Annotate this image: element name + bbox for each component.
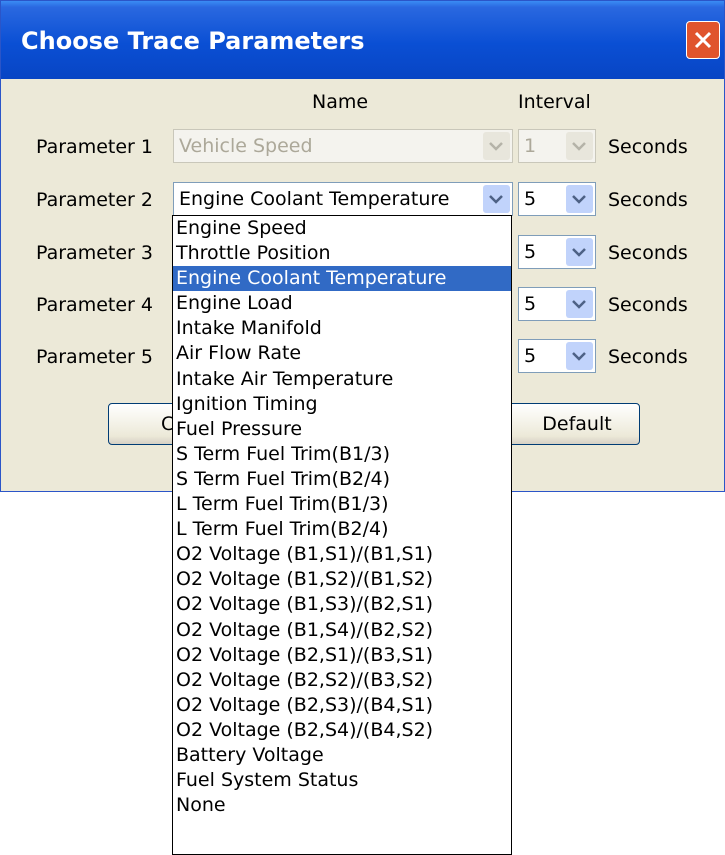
chevron-down-icon[interactable] (566, 238, 593, 266)
dropdown-option[interactable]: Air Flow Rate (173, 341, 511, 366)
parameter-4-interval-value: 5 (524, 293, 537, 315)
dropdown-option[interactable]: Intake Air Temperature (173, 367, 511, 392)
chevron-down-icon[interactable] (566, 185, 593, 213)
name-column-header: Name (312, 91, 369, 113)
parameter-5-interval-value: 5 (524, 345, 537, 367)
parameter-1-interval-value: 1 (524, 135, 537, 157)
parameter-3-unit: Seconds (608, 242, 688, 264)
parameter-2-dropdown-list[interactable]: Engine Speed Throttle Position Engine Cool… (172, 215, 512, 855)
dropdown-option[interactable]: Engine Coolant Temperature (173, 266, 511, 292)
parameter-4-interval-select[interactable]: 5 (518, 287, 596, 321)
dropdown-option[interactable]: O2 Voltage (B1,S3)/(B2,S1) (173, 592, 511, 617)
chevron-down-icon[interactable] (566, 342, 593, 370)
parameter-4-unit: Seconds (608, 294, 688, 316)
default-button[interactable]: Default (506, 403, 640, 445)
dropdown-option[interactable]: Ignition Timing (173, 392, 511, 417)
close-icon (694, 31, 712, 49)
title-bar[interactable]: Choose Trace Parameters (1, 1, 724, 79)
dropdown-option[interactable]: Fuel Pressure (173, 417, 511, 442)
chevron-down-icon (566, 132, 593, 160)
dropdown-option[interactable]: Throttle Position (173, 241, 511, 266)
dropdown-option[interactable]: O2 Voltage (B2,S2)/(B3,S2) (173, 668, 511, 693)
close-button[interactable] (686, 21, 720, 59)
dropdown-option[interactable]: O2 Voltage (B1,S4)/(B2,S2) (173, 618, 511, 643)
parameter-2-name-value: Engine Coolant Temperature (179, 188, 450, 210)
parameter-1-label: Parameter 1 (36, 136, 153, 158)
parameter-5-label: Parameter 5 (36, 346, 153, 368)
parameter-3-label: Parameter 3 (36, 242, 153, 264)
dropdown-option[interactable]: S Term Fuel Trim(B1/3) (173, 442, 511, 467)
dropdown-option[interactable]: None (173, 793, 511, 818)
parameter-2-unit: Seconds (608, 189, 688, 211)
chevron-down-icon (483, 132, 510, 160)
dropdown-option[interactable]: L Term Fuel Trim(B2/4) (173, 517, 511, 542)
dropdown-option[interactable]: Engine Speed (173, 216, 511, 241)
dropdown-option[interactable]: O2 Voltage (B1,S1)/(B1,S1) (173, 542, 511, 567)
parameter-3-interval-value: 5 (524, 241, 537, 263)
parameter-4-label: Parameter 4 (36, 294, 153, 316)
dropdown-option[interactable]: L Term Fuel Trim(B1/3) (173, 492, 511, 517)
parameter-1-interval-select: 1 (518, 129, 596, 163)
chevron-down-icon[interactable] (566, 290, 593, 318)
interval-column-header: Interval (518, 91, 591, 113)
parameter-3-interval-select[interactable]: 5 (518, 235, 596, 269)
dialog-title: Choose Trace Parameters (21, 27, 365, 55)
dropdown-option[interactable]: Engine Load (173, 291, 511, 316)
parameter-5-unit: Seconds (608, 346, 688, 368)
dropdown-option[interactable]: O2 Voltage (B1,S2)/(B1,S2) (173, 567, 511, 592)
parameter-1-name-select: Vehicle Speed (173, 129, 513, 163)
dropdown-option[interactable]: Fuel System Status (173, 768, 511, 793)
dropdown-option[interactable]: O2 Voltage (B2,S3)/(B4,S1) (173, 693, 511, 718)
parameter-2-label: Parameter 2 (36, 189, 153, 211)
parameter-2-interval-select[interactable]: 5 (518, 182, 596, 216)
parameter-2-name-select[interactable]: Engine Coolant Temperature (173, 182, 513, 216)
parameter-2-interval-value: 5 (524, 188, 537, 210)
default-button-label: Default (542, 413, 612, 435)
dropdown-option[interactable]: S Term Fuel Trim(B2/4) (173, 467, 511, 492)
dropdown-option[interactable]: O2 Voltage (B2,S4)/(B4,S2) (173, 718, 511, 743)
parameter-5-interval-select[interactable]: 5 (518, 339, 596, 373)
parameter-1-unit: Seconds (608, 136, 688, 158)
dropdown-option[interactable]: O2 Voltage (B2,S1)/(B3,S1) (173, 643, 511, 668)
dropdown-option[interactable]: Battery Voltage (173, 743, 511, 768)
parameter-1-name-value: Vehicle Speed (179, 135, 313, 157)
dropdown-option[interactable]: Intake Manifold (173, 316, 511, 341)
chevron-down-icon[interactable] (483, 185, 510, 213)
